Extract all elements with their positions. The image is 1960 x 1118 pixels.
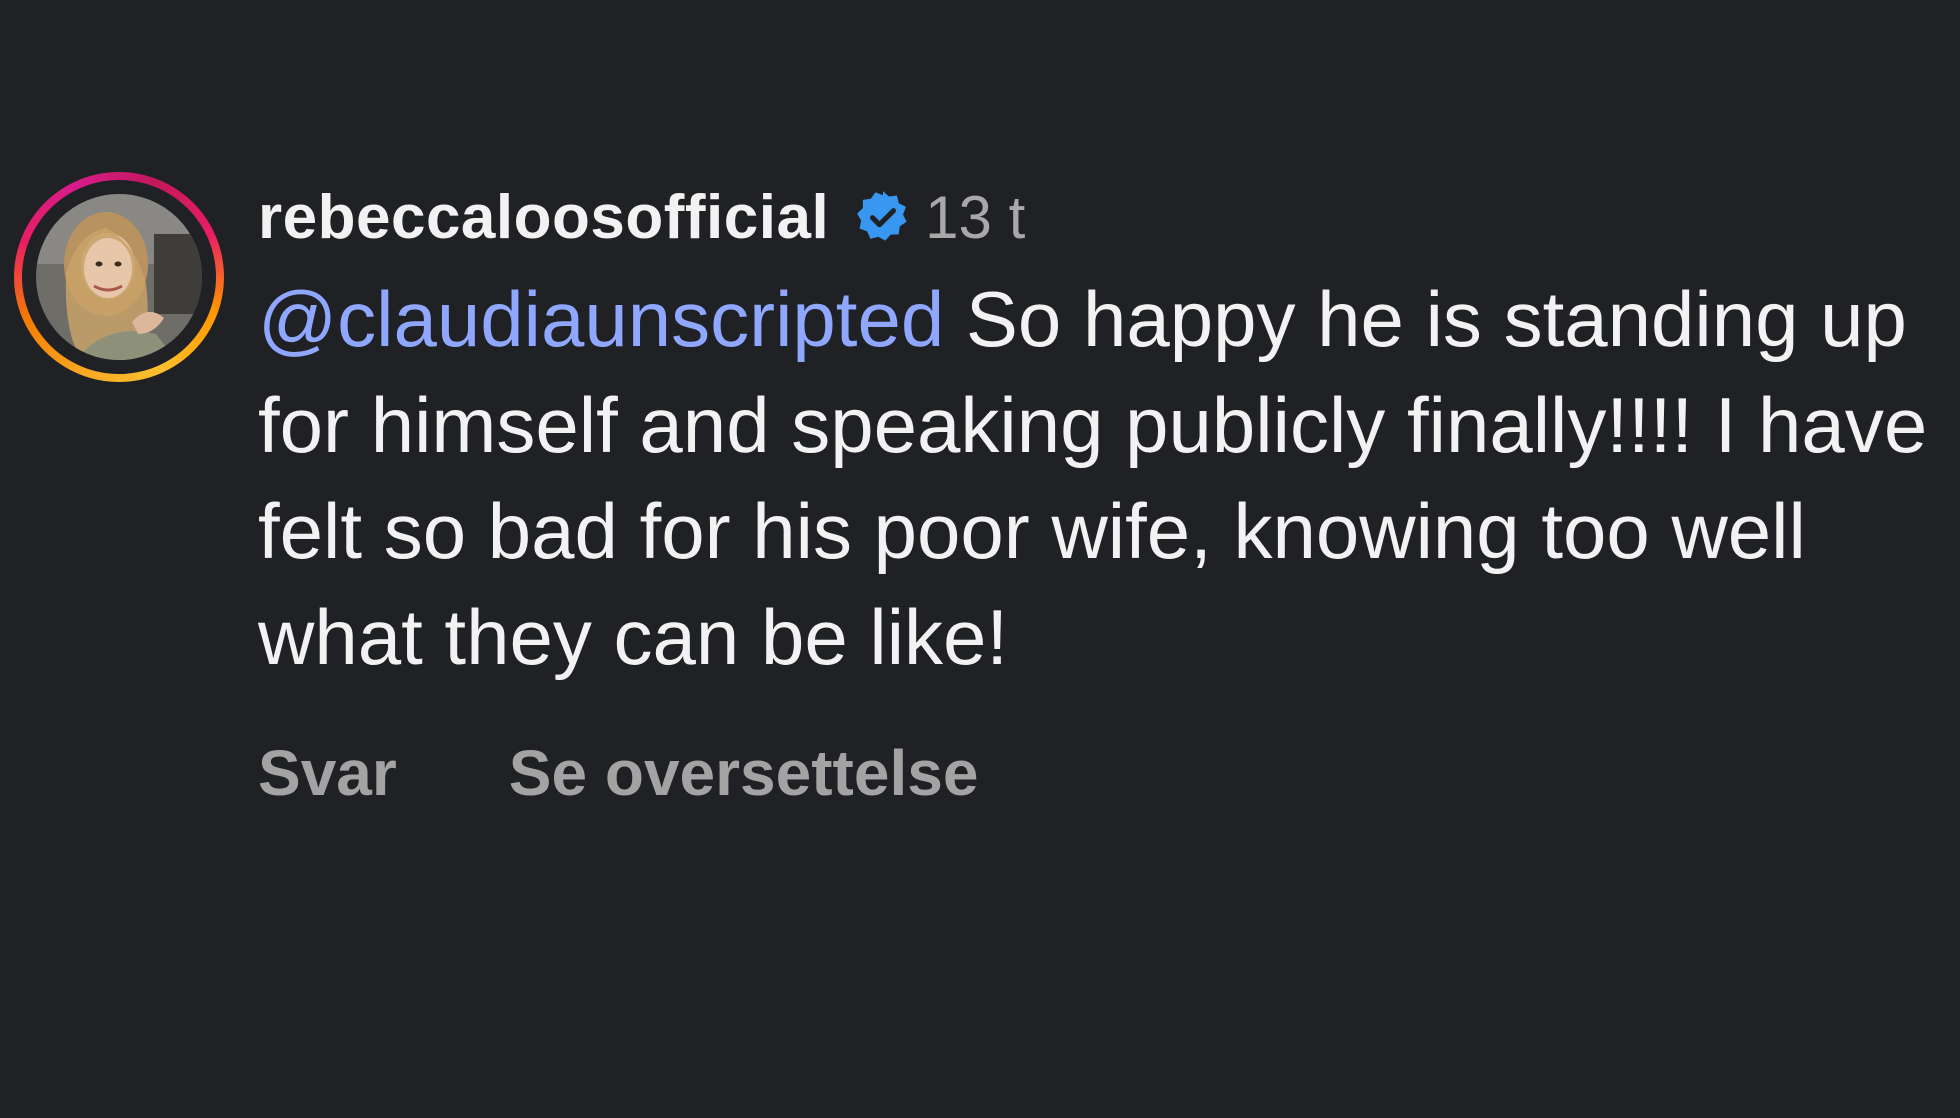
reply-button[interactable]: Svar xyxy=(258,736,397,810)
comment-header: rebeccaloosofficial 13 t xyxy=(258,182,1938,252)
avatar[interactable] xyxy=(14,172,224,382)
avatar-photo xyxy=(36,194,202,360)
comment-text: @claudiaunscripted So happy he is standi… xyxy=(258,266,1938,690)
comment-screen: rebeccaloosofficial 13 t @claudiaunscrip… xyxy=(0,0,1960,1118)
verified-badge-icon xyxy=(855,189,911,245)
comment-actions: Svar Se oversettelse xyxy=(258,736,1938,810)
comment-timestamp: 13 t xyxy=(925,183,1026,251)
see-translation-button[interactable]: Se oversettelse xyxy=(509,736,979,810)
avatar-image xyxy=(36,194,202,360)
username-link[interactable]: rebeccaloosofficial xyxy=(258,182,829,253)
mention-link[interactable]: @claudiaunscripted xyxy=(258,275,944,363)
comment-body: rebeccaloosofficial 13 t @claudiaunscrip… xyxy=(258,182,1938,810)
